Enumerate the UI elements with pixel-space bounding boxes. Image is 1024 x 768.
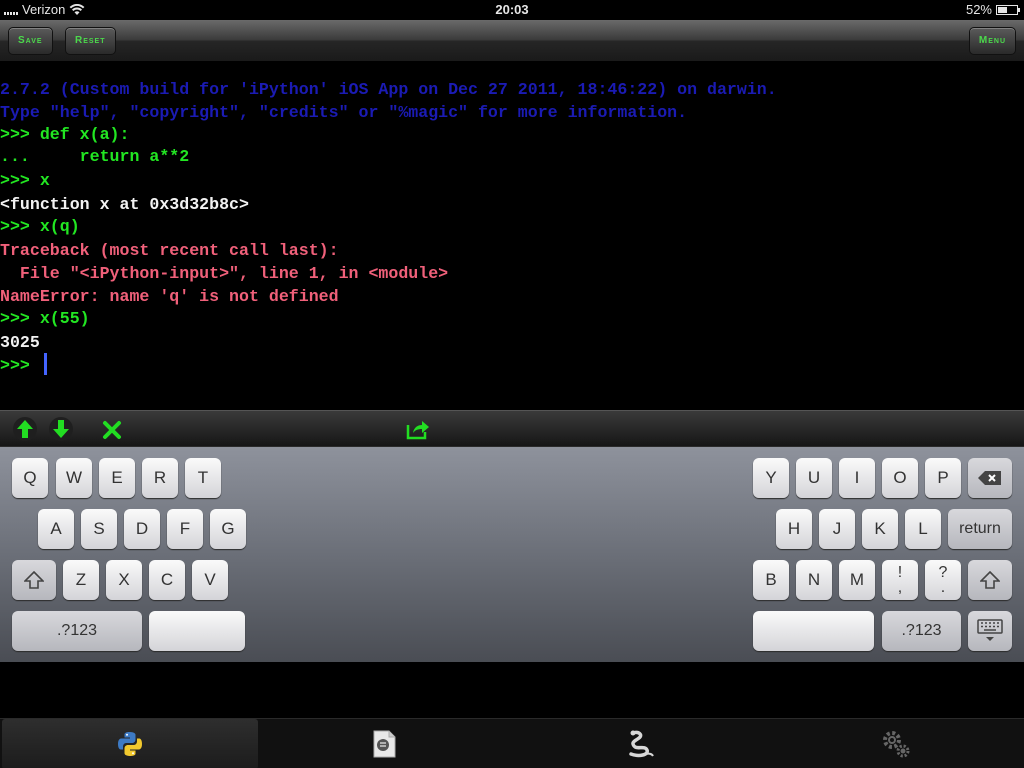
key-r[interactable]: R <box>142 458 178 498</box>
console-line: >>> x(q) <box>0 217 80 236</box>
arrow-down-icon <box>53 420 69 438</box>
key-e[interactable]: E <box>99 458 135 498</box>
save-button[interactable]: Save <box>8 27 53 55</box>
console-line: <function x at 0x3d32b8c> <box>0 195 249 214</box>
console-line: NameError: name 'q' is not defined <box>0 287 339 306</box>
menu-button[interactable]: Menu <box>968 27 1016 55</box>
bottom-spacer <box>0 662 1024 718</box>
key-m[interactable]: M <box>839 560 875 600</box>
key-b[interactable]: B <box>753 560 789 600</box>
console-line: Traceback (most recent call last): <box>0 241 339 260</box>
console-line: File "<iPython-input>", line 1, in <modu… <box>0 264 449 283</box>
keyboard-icon <box>977 619 1003 641</box>
script-icon <box>373 730 396 758</box>
console-line: Type "help", "copyright", "credits" or "… <box>0 103 688 122</box>
tab-libraries[interactable] <box>512 719 768 768</box>
tab-settings[interactable] <box>768 719 1024 768</box>
key-top-label: ? <box>938 564 948 581</box>
history-down-button[interactable] <box>49 417 73 441</box>
console-prompt[interactable]: >>> <box>0 356 40 375</box>
numbers-key-right[interactable]: .?123 <box>882 611 961 651</box>
key-s[interactable]: S <box>81 509 117 549</box>
shift-icon <box>24 571 44 589</box>
backspace-icon <box>978 471 1001 485</box>
console-line: >>> def x(a): <box>0 125 130 144</box>
key-l[interactable]: L <box>905 509 941 549</box>
share-button[interactable] <box>405 417 431 441</box>
key-exclamation-comma[interactable]: ! , <box>882 560 918 600</box>
console-line: 3025 <box>0 333 40 352</box>
key-p[interactable]: P <box>925 458 961 498</box>
space-key-right[interactable] <box>753 611 874 651</box>
key-q[interactable]: Q <box>12 458 48 498</box>
key-n[interactable]: N <box>796 560 832 600</box>
key-question-period[interactable]: ? . <box>925 560 961 600</box>
toolbar: Save Reset Menu <box>0 20 1024 62</box>
key-d[interactable]: D <box>124 509 160 549</box>
console-line: 2.7.2 (Custom build for 'iPython' iOS Ap… <box>0 80 777 99</box>
key-o[interactable]: O <box>882 458 918 498</box>
battery-indicator: 52% <box>965 2 1020 17</box>
clock: 20:03 <box>495 2 529 17</box>
return-key[interactable]: return <box>948 509 1012 549</box>
text-cursor <box>44 353 47 375</box>
space-key-left[interactable] <box>149 611 245 651</box>
key-v[interactable]: V <box>192 560 228 600</box>
key-top-label: ! <box>897 564 903 581</box>
settings-icon <box>883 731 910 758</box>
key-j[interactable]: J <box>819 509 855 549</box>
key-g[interactable]: G <box>210 509 246 549</box>
key-w[interactable]: W <box>56 458 92 498</box>
key-y[interactable]: Y <box>753 458 789 498</box>
history-up-button[interactable] <box>13 417 37 441</box>
key-z[interactable]: Z <box>63 560 99 600</box>
key-a[interactable]: A <box>38 509 74 549</box>
python-icon <box>118 732 142 756</box>
shift-key-right[interactable] <box>968 560 1012 600</box>
console-line: >>> x <box>0 171 50 190</box>
key-i[interactable]: I <box>839 458 875 498</box>
close-icon <box>103 421 121 439</box>
reset-button[interactable]: Reset <box>65 27 116 55</box>
numbers-key-left[interactable]: .?123 <box>12 611 142 651</box>
clear-button[interactable] <box>101 419 123 441</box>
key-bottom-label: , <box>897 579 903 596</box>
key-f[interactable]: F <box>167 509 203 549</box>
keyboard: Q W E R T Y U I O P A S D F G H J K L re… <box>0 446 1024 662</box>
battery-icon <box>996 4 1020 15</box>
console-line: ... return a**2 <box>0 147 190 166</box>
shift-icon <box>980 571 1000 589</box>
battery-percent: 52% <box>965 2 992 17</box>
tab-console[interactable] <box>2 719 258 768</box>
console-line: >>> x(55) <box>0 309 90 328</box>
hide-keyboard-key[interactable] <box>968 611 1012 651</box>
snake-icon <box>629 730 654 758</box>
key-h[interactable]: H <box>776 509 812 549</box>
accessory-bar <box>0 410 1024 446</box>
tab-bar <box>0 718 1024 768</box>
key-c[interactable]: C <box>149 560 185 600</box>
key-u[interactable]: U <box>796 458 832 498</box>
key-t[interactable]: T <box>185 458 221 498</box>
key-x[interactable]: X <box>106 560 142 600</box>
arrow-up-icon <box>17 420 33 438</box>
backspace-key[interactable] <box>968 458 1012 498</box>
key-k[interactable]: K <box>862 509 898 549</box>
key-bottom-label: . <box>940 579 946 596</box>
tab-scripts[interactable] <box>256 719 512 768</box>
console-output[interactable]: 2.7.2 (Custom build for 'iPython' iOS Ap… <box>0 62 1024 410</box>
status-bar: Verizon 20:03 52% <box>0 0 1024 20</box>
shift-key-left[interactable] <box>12 560 56 600</box>
share-icon <box>406 421 429 440</box>
